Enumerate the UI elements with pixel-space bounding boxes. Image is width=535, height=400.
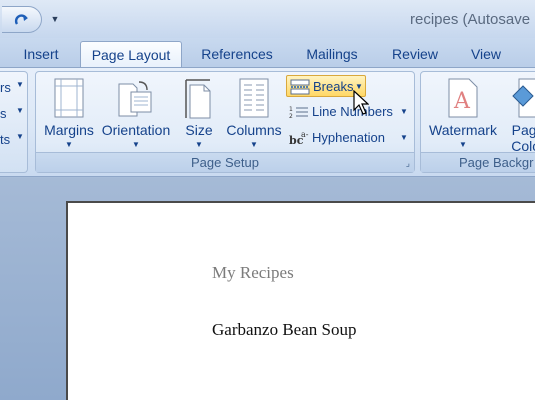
page-setup-group: Margins ▼ Orientation ▼ Size ▼ Columns ▼…	[35, 71, 415, 173]
chevron-down-icon: ▼	[400, 133, 408, 142]
page-setup-group-label: Page Setup	[36, 152, 414, 172]
mouse-cursor-icon	[353, 90, 369, 115]
page-background-group-label: Page Backgr	[421, 152, 535, 172]
chevron-down-icon: ▼	[16, 80, 24, 89]
document-title[interactable]: My Recipes	[212, 263, 294, 283]
chevron-down-icon: ▼	[132, 140, 140, 149]
tab-references[interactable]: References	[198, 44, 276, 68]
document-heading[interactable]: Garbanzo Bean Soup	[212, 320, 356, 340]
tab-review[interactable]: Review	[388, 44, 442, 68]
watermark-button[interactable]: A Watermark ▼	[425, 74, 501, 152]
watermark-icon: A	[448, 78, 478, 118]
tab-view[interactable]: View	[466, 44, 506, 68]
watermark-label: Watermark	[429, 122, 497, 138]
themes-effects-button[interactable]: ts	[0, 132, 10, 147]
page-color-label-1: Page	[511, 122, 535, 138]
svg-text:A: A	[453, 89, 471, 114]
columns-button[interactable]: Columns ▼	[224, 74, 284, 152]
themes-fonts-button[interactable]: s	[0, 106, 7, 121]
document-area: My Recipes Garbanzo Bean Soup	[0, 178, 535, 400]
page-color-button[interactable]: Page Color	[503, 74, 535, 154]
orientation-icon	[118, 81, 152, 117]
redo-button[interactable]	[2, 6, 42, 33]
columns-icon	[239, 78, 269, 118]
themes-colors-button[interactable]: rs	[0, 80, 11, 95]
document-page[interactable]: My Recipes Garbanzo Bean Soup	[66, 201, 535, 400]
chevron-down-icon: ▼	[400, 107, 408, 116]
customize-toolbar-dropdown[interactable]: ▼	[50, 13, 60, 25]
orientation-button[interactable]: Orientation ▼	[98, 74, 174, 152]
page-color-icon	[512, 78, 535, 118]
svg-text:2: 2	[289, 113, 293, 120]
columns-label: Columns	[226, 122, 282, 138]
margins-button[interactable]: Margins ▼	[40, 74, 98, 152]
window-title: recipes (Autosave	[410, 11, 531, 28]
hyphenation-label: Hyphenation	[312, 130, 385, 145]
themes-group: rs s ts ▼ ▼ ▼	[0, 71, 28, 173]
tab-mailings[interactable]: Mailings	[300, 44, 364, 68]
chevron-down-icon: ▼	[16, 106, 24, 115]
chevron-down-icon: ▼	[195, 140, 203, 149]
svg-text:a-: a-	[301, 130, 309, 139]
page-background-group: A Watermark ▼ Page Color Page Backgr	[420, 71, 535, 173]
size-button[interactable]: Size ▼	[176, 74, 222, 152]
dialog-launcher-icon[interactable]: ⌟	[406, 158, 410, 169]
tab-page-layout[interactable]: Page Layout	[80, 41, 182, 69]
hyphenation-icon: bc a-	[289, 130, 309, 146]
line-numbers-button[interactable]: 1 2 Line Numbers ▼	[286, 101, 412, 123]
size-label: Size	[185, 122, 213, 138]
line-numbers-icon: 1 2	[289, 106, 308, 120]
hyphenation-button[interactable]: bc a- Hyphenation ▼	[286, 127, 412, 149]
svg-text:1: 1	[289, 106, 293, 113]
margins-icon	[54, 78, 84, 118]
title-bar: ▼ recipes (Autosave	[0, 0, 535, 38]
ribbon-tabs: Insert Page Layout References Mailings R…	[0, 38, 535, 69]
tab-insert[interactable]: Insert	[20, 44, 62, 68]
chevron-down-icon: ▼	[250, 140, 258, 149]
chevron-down-icon: ▼	[16, 132, 24, 141]
margins-label: Margins	[44, 122, 94, 138]
breaks-label: Breaks	[313, 79, 354, 94]
redo-icon	[14, 13, 28, 25]
chevron-down-icon: ▼	[459, 140, 467, 149]
breaks-icon	[290, 79, 310, 95]
size-icon	[185, 79, 211, 119]
ribbon: rs s ts ▼ ▼ ▼ Margins ▼ Orientation ▼ Si…	[0, 67, 535, 177]
orientation-label: Orientation	[101, 122, 171, 138]
chevron-down-icon: ▼	[65, 140, 73, 149]
